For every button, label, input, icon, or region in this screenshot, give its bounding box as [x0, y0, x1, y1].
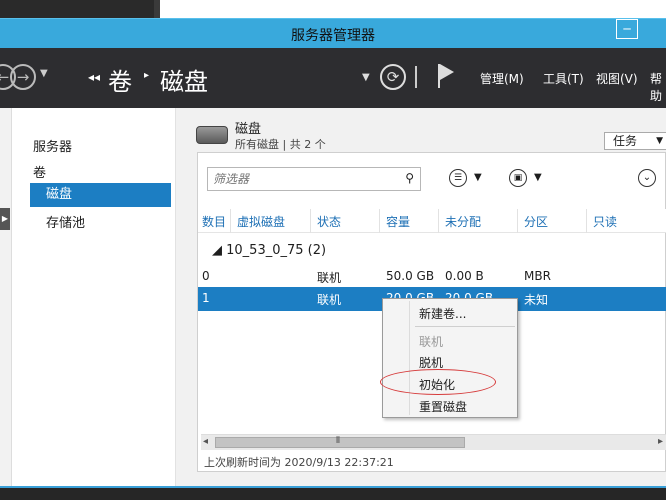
breadcrumb-volumes[interactable]: 卷 [108, 62, 132, 97]
tasks-dropdown[interactable]: 任务 ▼ [604, 132, 666, 150]
search-icon[interactable]: ⚲ [405, 171, 414, 185]
context-menu: 新建卷... 联机 脱机 初始化 重置磁盘 [382, 298, 518, 418]
menu-item-online: 联机 [419, 335, 444, 349]
refresh-button[interactable]: ⟳ [380, 64, 406, 90]
nav-dropdown-icon[interactable]: ▼ [362, 72, 370, 83]
cell-capacity: 50.0 GB [386, 269, 435, 283]
menu-help[interactable]: 帮助 [650, 70, 666, 104]
content-pane: 磁盘 所有磁盘 | 共 2 个 任务 ▼ ⚲ ☰ ▼ ▣ ▼ ⌄ 数目 虚拟磁盘… [176, 108, 666, 486]
menu-separator [415, 326, 515, 327]
title-bar: 服务器管理器 ─ [0, 18, 666, 48]
menu-manage[interactable]: 管理(M) [480, 70, 524, 87]
menu-gutter [409, 301, 410, 415]
navigation-bar: ← → ▼ ◂◂ 卷 ▸ 磁盘 ▼ ⟳ 管理(M) 工具(T) 视图(V) 帮助 [0, 48, 666, 108]
filter-input[interactable] [213, 169, 398, 189]
notifications-flag-icon[interactable] [436, 62, 456, 90]
column-separator[interactable] [379, 209, 380, 233]
sidebar-item-disks[interactable]: 磁盘 [30, 183, 171, 207]
expand-pane-icon[interactable]: ▶ [0, 208, 10, 230]
breadcrumb-prefix[interactable]: ◂◂ [88, 70, 100, 84]
forward-arrow-icon: → [16, 68, 30, 86]
menu-view[interactable]: 视图(V) [596, 70, 638, 87]
window-title: 服务器管理器 [291, 28, 375, 44]
tasks-label: 任务 [613, 134, 638, 148]
scroll-left-icon[interactable]: ◂ [203, 436, 208, 447]
chevron-down-icon: ▼ [656, 136, 663, 146]
background-window-strip [0, 0, 666, 18]
minimize-button[interactable]: ─ [616, 19, 638, 39]
column-number[interactable]: 数目 [202, 213, 226, 230]
cell-partition: MBR [524, 269, 551, 283]
cell-status: 联机 [317, 293, 342, 307]
cell-number: 1 [202, 291, 210, 305]
scroll-right-icon[interactable]: ▸ [658, 436, 663, 447]
column-unallocated[interactable]: 未分配 [445, 213, 481, 230]
horizontal-scrollbar[interactable]: ◂ ⦀ ▸ [201, 434, 666, 450]
cell-status: 联机 [317, 271, 342, 285]
expand-chevron-icon[interactable]: ⌄ [638, 169, 656, 187]
column-partition[interactable]: 分区 [524, 213, 548, 230]
disk-icon [196, 126, 228, 144]
list-view-options-icon[interactable]: ☰ [449, 169, 467, 187]
collapsed-pane-edge: ▶ [0, 108, 12, 486]
column-separator[interactable] [517, 209, 518, 233]
last-refresh-status: 上次刷新时间为 2020/9/13 22:37:21 [204, 456, 394, 469]
annotation-circle [380, 369, 496, 395]
grip-icon: ⦀ [336, 436, 340, 446]
menu-item-new-volume[interactable]: 新建卷... [419, 305, 466, 322]
cell-partition: 未知 [524, 293, 549, 307]
breadcrumb-disks: 磁盘 [160, 68, 208, 96]
cell-number: 0 [202, 269, 210, 283]
menu-tools[interactable]: 工具(T) [543, 70, 584, 87]
main-area: ▶ 服务器 卷 磁盘 存储池 磁盘 所有磁盘 | 共 2 个 任务 ▼ ⚲ ☰ … [0, 108, 666, 486]
history-dropdown-icon[interactable]: ▼ [40, 68, 48, 79]
save-query-icon[interactable]: ▣ [509, 169, 527, 187]
scrollbar-thumb[interactable]: ⦀ [215, 436, 465, 448]
sidebar-item-volumes[interactable]: 卷 [33, 162, 46, 181]
group-header[interactable]: ◢ 10_53_0_75 (2) [212, 243, 326, 258]
table-row[interactable]: 0 联机 50.0 GB 0.00 B MBR [198, 265, 666, 289]
query-dropdown-icon[interactable]: ▼ [534, 172, 542, 183]
refresh-icon: ⟳ [386, 68, 400, 86]
collapse-triangle-icon[interactable]: ◢ [212, 243, 222, 258]
back-arrow-icon: ← [0, 68, 10, 86]
sidebar-item-servers[interactable]: 服务器 [33, 136, 72, 155]
table-header: 数目 虚拟磁盘 状态 容量 未分配 分区 只读 [198, 209, 666, 233]
list-options-dropdown-icon[interactable]: ▼ [474, 172, 482, 183]
cell-unallocated: 0.00 B [445, 269, 484, 283]
filter-box[interactable]: ⚲ [207, 167, 421, 191]
column-separator[interactable] [438, 209, 439, 233]
menu-item-reset-disk[interactable]: 重置磁盘 [419, 398, 467, 415]
forward-button[interactable]: → [10, 64, 36, 90]
column-separator[interactable] [310, 209, 311, 233]
background-window-panel [160, 0, 666, 18]
nav-divider [415, 66, 417, 88]
column-readonly[interactable]: 只读 [593, 213, 617, 230]
column-status[interactable]: 状态 [317, 213, 341, 230]
breadcrumb-separator-icon: ▸ [144, 70, 150, 81]
column-separator[interactable] [586, 209, 587, 233]
taskbar-edge [0, 486, 666, 500]
column-capacity[interactable]: 容量 [386, 213, 410, 230]
section-title: 磁盘 [235, 122, 262, 137]
group-label: 10_53_0_75 (2) [226, 243, 327, 258]
sidebar: 服务器 卷 磁盘 存储池 [13, 108, 173, 486]
column-separator[interactable] [230, 209, 231, 233]
section-subtitle: 所有磁盘 | 共 2 个 [235, 138, 326, 151]
column-virtual-disk[interactable]: 虚拟磁盘 [237, 213, 285, 230]
sidebar-item-storage-pools[interactable]: 存储池 [46, 212, 85, 231]
